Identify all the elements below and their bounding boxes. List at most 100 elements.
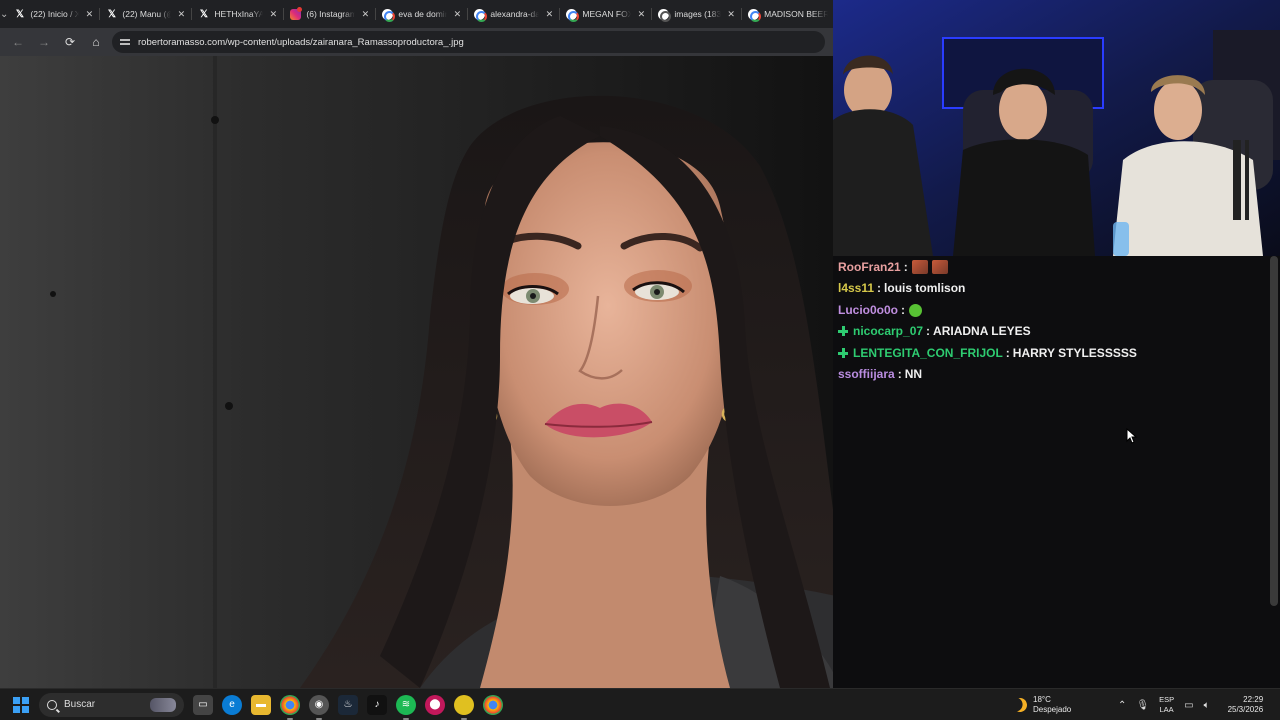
close-icon[interactable]: ✕ [360, 9, 370, 20]
url-text[interactable]: robertoramasso.com/wp-content/uploads/za… [138, 37, 464, 48]
windows-taskbar: Buscar ▭ e ▬ ◉ ♨ ♪ ≋ ⬤ 18°C Despejado ⌃ … [0, 688, 1280, 720]
windows-start-icon[interactable] [13, 696, 29, 713]
tab-title: (22) Manu (@ [122, 9, 172, 19]
close-icon[interactable]: ✕ [84, 9, 94, 20]
browser-tab[interactable]: (6) Instagram ✕ [284, 0, 377, 28]
chrome-canary-icon[interactable] [454, 694, 474, 720]
home-icon[interactable]: ⌂ [86, 32, 106, 52]
chrome-active-icon[interactable] [483, 694, 503, 715]
tab-title: eva de domin [398, 9, 448, 19]
chat-message: ssoffiijara : NN [838, 367, 923, 381]
close-icon[interactable]: ✕ [636, 9, 646, 20]
tab-title: MEGAN FOX [582, 9, 632, 19]
search-highlight-icon [150, 697, 176, 712]
maps-pin-icon[interactable]: ⬤ [425, 694, 445, 715]
tiktok-icon[interactable]: ♪ [367, 694, 387, 715]
chat-text: HARRY STYLESSSSS [1012, 346, 1137, 360]
chat-message: LENTEGITA_CON_FRIJOL : HARRY STYLESSSSS [838, 343, 1137, 363]
chat-text: louis tomlison [884, 281, 966, 295]
tab-title: (6) Instagram [306, 9, 356, 19]
x-logo-icon: 𝕏 [15, 8, 24, 20]
browser-tab[interactable]: eva de domin ✕ [376, 0, 469, 28]
streamer-webcam [833, 0, 1280, 256]
forward-arrow-icon[interactable]: → [34, 32, 54, 52]
obs-icon[interactable]: ◉ [309, 694, 329, 720]
weather-temp: 18°C [1033, 695, 1051, 704]
edge-icon[interactable]: e [222, 694, 242, 715]
tab-title: (22) Inicio / X [30, 9, 80, 19]
emote-icon [911, 260, 928, 274]
chrome-icon[interactable] [280, 694, 300, 720]
chat-username[interactable]: Lucio0o0o [838, 303, 898, 317]
google-icon [382, 8, 396, 22]
moon-icon [1011, 696, 1029, 714]
browser-tab[interactable]: images (183 ✕ [652, 0, 742, 28]
tab-search-chevron-icon[interactable]: ⌄ [0, 0, 8, 28]
url-bar[interactable]: robertoramasso.com/wp-content/uploads/za… [112, 31, 825, 53]
chat-username[interactable]: LENTEGITA_CON_FRIJOL [853, 346, 1003, 360]
reload-icon[interactable]: ⟳ [60, 32, 80, 52]
search-icon [47, 699, 57, 710]
system-tray: ⌃ 🎙︎ ESP LAA ▭ 🔈︎ 22:29 25/3/2026 [1118, 689, 1263, 720]
chat-username[interactable]: RooFran21 [838, 260, 901, 274]
file-explorer-icon[interactable]: ▬ [251, 694, 271, 715]
google-icon [474, 8, 488, 22]
close-icon[interactable]: ✕ [726, 9, 736, 20]
close-icon[interactable]: ✕ [176, 9, 186, 20]
taskbar-search[interactable]: Buscar [39, 692, 184, 717]
chat-message: RooFran21 : [838, 257, 948, 277]
emote-icon [931, 260, 948, 274]
chat-message: l4ss11 : louis tomlison [838, 281, 966, 295]
close-icon[interactable]: ✕ [452, 9, 462, 20]
volume-icon[interactable]: 🔈︎ [1204, 700, 1210, 711]
chat-text: NN [904, 367, 923, 381]
x-logo-icon: 𝕏 [107, 8, 116, 20]
search-label: Buscar [64, 699, 96, 710]
chat-scrollbar[interactable] [1270, 256, 1278, 606]
browser-tab[interactable]: 𝕏 (22) Manu (@ ✕ [100, 0, 193, 28]
chat-username[interactable]: nicocarp_07 [853, 324, 923, 338]
chat-username[interactable]: ssoffiijara [838, 367, 895, 381]
spotify-icon[interactable]: ≋ [396, 694, 416, 720]
close-icon[interactable]: ✕ [544, 9, 554, 20]
browser-tab[interactable]: alexandra-da ✕ [468, 0, 561, 28]
tab-title: MADISON BEER [764, 9, 829, 19]
task-view-icon[interactable]: ▭ [193, 694, 213, 715]
chat-text: ARIADNA LEYES [933, 324, 1031, 338]
back-arrow-icon[interactable]: ← [8, 32, 28, 52]
steam-icon[interactable]: ♨ [338, 694, 358, 715]
tab-title: HETHxInaYA [214, 9, 264, 19]
google-icon [748, 8, 762, 22]
browser-tab[interactable]: 𝕏 (22) Inicio / X ✕ [8, 0, 101, 28]
google-icon [566, 8, 580, 22]
tab-title: alexandra-da [490, 9, 540, 19]
language-indicator[interactable]: ESP LAA [1159, 695, 1174, 715]
browser-tab[interactable]: 𝕏 HETHxInaYA ✕ [192, 0, 285, 28]
clock[interactable]: 22:29 25/3/2026 [1228, 695, 1264, 715]
emote-icon [909, 303, 923, 317]
chat-username[interactable]: l4ss11 [838, 281, 874, 295]
tab-title: images (183 [674, 9, 722, 19]
weather-desc: Despejado [1033, 705, 1072, 714]
browser-tab[interactable]: MADISON BEER [742, 0, 833, 28]
microphone-icon[interactable]: 🎙︎ [1136, 700, 1149, 711]
network-icon[interactable]: ▭ [1184, 700, 1193, 711]
notification-dot-icon [297, 7, 303, 12]
stream-chat: RooFran21 : l4ss11 : louis tomlison Luci… [833, 256, 1280, 688]
pointer-arrow-icon [1126, 427, 1138, 444]
weather-widget[interactable]: 18°C Despejado [1013, 689, 1071, 720]
subscriber-badge-icon [838, 348, 848, 358]
subscriber-badge-icon [838, 326, 848, 336]
site-info-icon[interactable] [120, 37, 130, 47]
chevron-up-icon[interactable]: ⌃ [1118, 700, 1126, 711]
chat-message: Lucio0o0o : [838, 300, 923, 320]
address-toolbar: ← → ⟳ ⌂ robertoramasso.com/wp-content/up… [0, 28, 833, 56]
image-viewer [0, 56, 833, 688]
browser-tab[interactable]: MEGAN FOX ✕ [560, 0, 653, 28]
chat-message: nicocarp_07 : ARIADNA LEYES [838, 321, 1031, 341]
webcam-feed [833, 0, 1280, 256]
clock-time: 22:29 [1243, 695, 1264, 704]
clock-date: 25/3/2026 [1227, 705, 1264, 714]
image-icon [658, 8, 672, 22]
close-icon[interactable]: ✕ [268, 9, 278, 20]
